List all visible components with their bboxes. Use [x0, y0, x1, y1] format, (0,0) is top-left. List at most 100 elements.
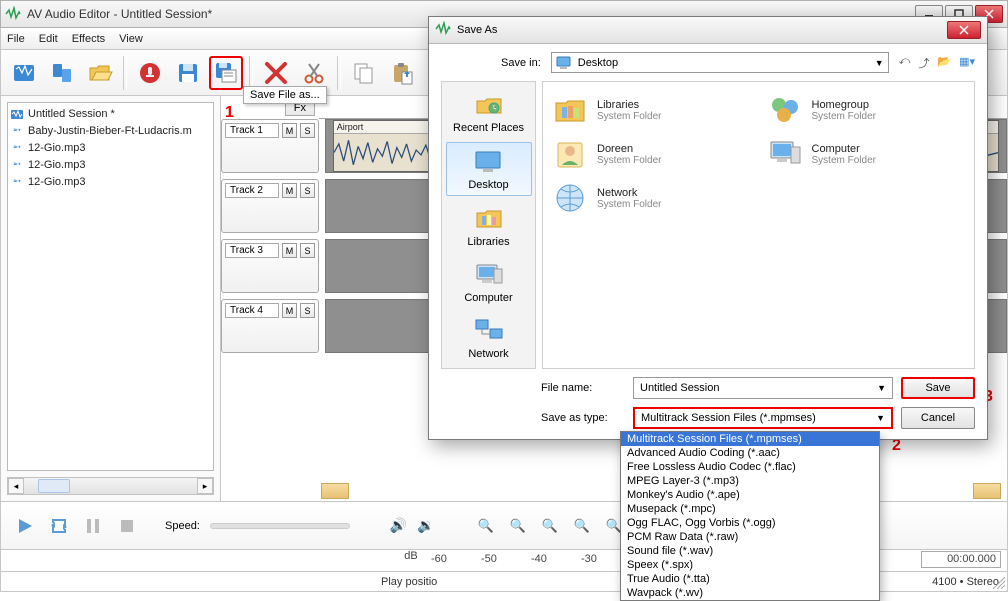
- new-session-button[interactable]: [7, 56, 41, 90]
- scroll-right[interactable]: ▸: [197, 478, 213, 494]
- track-name[interactable]: Track 2: [225, 183, 279, 198]
- play-button[interactable]: [13, 514, 37, 538]
- mute-button[interactable]: M: [282, 303, 297, 318]
- zoom-sel-button[interactable]: 🔍: [539, 515, 561, 537]
- stop-button[interactable]: [115, 514, 139, 538]
- folder-item[interactable]: HomegroupSystem Folder: [764, 90, 969, 130]
- zoom-fit-button[interactable]: 🔍: [571, 515, 593, 537]
- folder-item[interactable]: LibrariesSystem Folder: [549, 90, 754, 130]
- solo-button[interactable]: S: [300, 303, 315, 318]
- track-header[interactable]: Track 4MS: [221, 299, 319, 353]
- zoom-out-button[interactable]: 🔍: [507, 515, 529, 537]
- copy-button[interactable]: [347, 56, 381, 90]
- dropdown-option[interactable]: Free Lossless Audio Codec (*.flac): [621, 460, 879, 474]
- dropdown-option[interactable]: Monkey's Audio (*.ape): [621, 488, 879, 502]
- place-libraries[interactable]: Libraries: [446, 200, 532, 252]
- dropdown-option[interactable]: Advanced Audio Coding (*.aac): [621, 446, 879, 460]
- save-in-label: Save in:: [501, 57, 541, 69]
- save-as-dialog: Save As Save in: Desktop ▼ ⤺ ⤴ 📂 ▦▾ Rece…: [428, 16, 988, 440]
- place-desktop[interactable]: Desktop: [446, 142, 532, 196]
- solo-button[interactable]: S: [300, 183, 315, 198]
- track-name[interactable]: Track 4: [225, 303, 279, 318]
- paste-button[interactable]: [385, 56, 419, 90]
- sidebar-scrollbar[interactable]: ◂ ▸: [7, 477, 214, 495]
- back-icon[interactable]: ⤺: [899, 55, 911, 71]
- folder-view[interactable]: LibrariesSystem FolderHomegroupSystem Fo…: [542, 81, 975, 369]
- session-icon: [10, 107, 24, 121]
- pause-button[interactable]: [81, 514, 105, 538]
- solo-button[interactable]: S: [300, 123, 315, 138]
- save-as-button[interactable]: [209, 56, 243, 90]
- resize-grip-icon[interactable]: [993, 577, 1005, 589]
- dropdown-option[interactable]: Multitrack Session Files (*.mpmses): [621, 432, 879, 446]
- user-icon: [551, 136, 589, 172]
- separator: [123, 56, 127, 90]
- loop-button[interactable]: [47, 514, 71, 538]
- track-name[interactable]: Track 3: [225, 243, 279, 258]
- timeline-handle-left[interactable]: [321, 483, 349, 499]
- list-item[interactable]: ➵12-Gio.mp3: [10, 173, 211, 190]
- volume-icon[interactable]: 🔊: [390, 517, 407, 534]
- open-button[interactable]: [83, 56, 117, 90]
- list-item[interactable]: Untitled Session *: [10, 105, 211, 122]
- dropdown-option[interactable]: Speex (*.spx): [621, 558, 879, 572]
- mute-button[interactable]: M: [282, 183, 297, 198]
- filename-input[interactable]: Untitled Session▼: [633, 377, 893, 399]
- session-list[interactable]: Untitled Session * ➵Baby-Justin-Bieber-F…: [7, 102, 214, 471]
- view-icon[interactable]: ▦▾: [959, 55, 975, 71]
- place-network[interactable]: Network: [446, 312, 532, 364]
- new-folder-icon[interactable]: 📂: [937, 55, 951, 71]
- folder-item[interactable]: DoreenSystem Folder: [549, 134, 754, 174]
- dropdown-option[interactable]: Sound file (*.wav): [621, 544, 879, 558]
- solo-button[interactable]: S: [300, 243, 315, 258]
- dropdown-option[interactable]: True Audio (*.tta): [621, 572, 879, 586]
- homegroup-icon: [766, 92, 804, 128]
- places-bar: Recent Places Desktop Libraries Computer…: [441, 81, 536, 369]
- menu-edit[interactable]: Edit: [39, 33, 58, 45]
- scroll-left[interactable]: ◂: [8, 478, 24, 494]
- save-button[interactable]: [171, 56, 205, 90]
- cut-button[interactable]: [297, 56, 331, 90]
- save-dialog-save-button[interactable]: Save: [901, 377, 975, 399]
- menu-view[interactable]: View: [119, 33, 143, 45]
- dropdown-option[interactable]: Musepack (*.mpc): [621, 502, 879, 516]
- menu-file[interactable]: File: [7, 33, 25, 45]
- up-icon[interactable]: ⤴: [918, 55, 929, 71]
- dropdown-option[interactable]: Ogg FLAC, Ogg Vorbis (*.ogg): [621, 516, 879, 530]
- network-icon: [551, 180, 589, 216]
- dropdown-option[interactable]: Wavpack (*.wv): [621, 586, 879, 600]
- folder-item[interactable]: NetworkSystem Folder: [549, 178, 754, 218]
- dialog-close-button[interactable]: [947, 21, 981, 39]
- track-header[interactable]: Track 2MS: [221, 179, 319, 233]
- save-type-dropdown[interactable]: Multitrack Session Files (*.mpmses)Advan…: [620, 431, 880, 601]
- dropdown-option[interactable]: MPEG Layer-3 (*.mp3): [621, 474, 879, 488]
- list-item[interactable]: ➵Baby-Justin-Bieber-Ft-Ludacris.m: [10, 122, 211, 139]
- libraries-icon: [472, 204, 506, 234]
- dialog-titlebar[interactable]: Save As: [429, 17, 987, 44]
- menu-effects[interactable]: Effects: [72, 33, 105, 45]
- speed-slider[interactable]: [210, 523, 350, 529]
- delete-button[interactable]: [259, 56, 293, 90]
- list-item[interactable]: ➵12-Gio.mp3: [10, 156, 211, 173]
- timeline-handle-right[interactable]: [973, 483, 1001, 499]
- save-dialog-cancel-button[interactable]: Cancel: [901, 407, 975, 429]
- new-file-button[interactable]: [45, 56, 79, 90]
- list-item[interactable]: ➵12-Gio.mp3: [10, 139, 211, 156]
- place-recent[interactable]: Recent Places: [446, 86, 532, 138]
- scroll-thumb[interactable]: [38, 479, 70, 493]
- track-header[interactable]: Track 1MS: [221, 119, 319, 173]
- dropdown-option[interactable]: PCM Raw Data (*.raw): [621, 530, 879, 544]
- save-type-combo[interactable]: Multitrack Session Files (*.mpmses)▼: [633, 407, 893, 429]
- mute-button[interactable]: M: [282, 243, 297, 258]
- mute-button[interactable]: M: [282, 123, 297, 138]
- record-button[interactable]: [133, 56, 167, 90]
- track-header[interactable]: Track 3MS: [221, 239, 319, 293]
- save-in-combo[interactable]: Desktop ▼: [551, 52, 889, 73]
- zoom-in-button[interactable]: 🔍: [475, 515, 497, 537]
- sidebar: Untitled Session * ➵Baby-Justin-Bieber-F…: [1, 96, 221, 501]
- folder-item[interactable]: ComputerSystem Folder: [764, 134, 969, 174]
- place-computer[interactable]: Computer: [446, 256, 532, 308]
- mute-icon[interactable]: 🔉: [417, 517, 434, 534]
- track-name[interactable]: Track 1: [225, 123, 279, 138]
- dialog-title: Save As: [457, 24, 497, 36]
